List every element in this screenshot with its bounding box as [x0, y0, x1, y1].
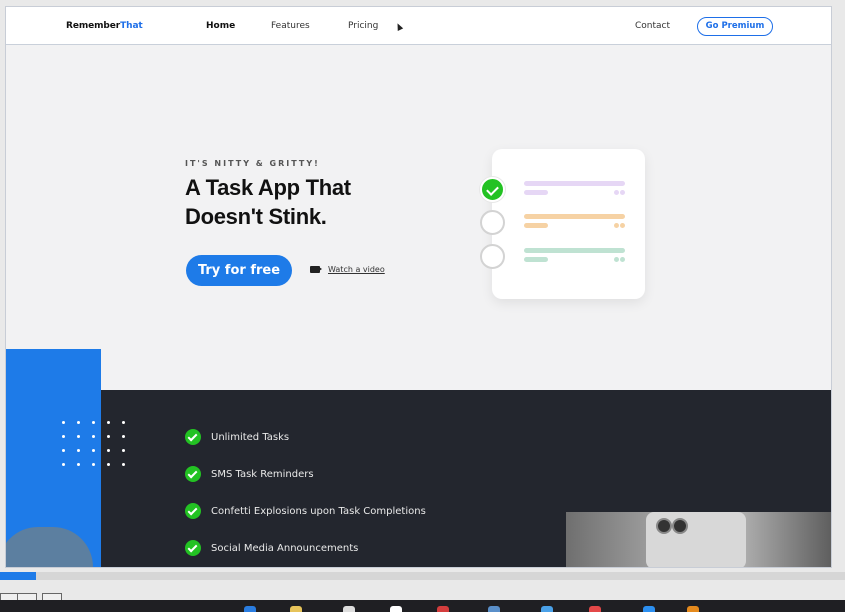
check-circle-icon [185, 466, 201, 482]
camera-lens [672, 518, 688, 534]
grid-dot [92, 463, 95, 466]
grid-dot [62, 463, 65, 466]
grid-dot [107, 463, 110, 466]
taskbar-icon[interactable] [488, 606, 500, 612]
try-for-free-button[interactable]: Try for free [186, 255, 292, 286]
taskbar-icon[interactable] [687, 606, 699, 612]
top-navigation: RememberThat Home Features Pricing Conta… [6, 7, 831, 45]
grid-dot [62, 435, 65, 438]
grid-dot [92, 449, 95, 452]
phone-photo [566, 512, 831, 567]
grid-dot [92, 421, 95, 424]
nav-contact[interactable]: Contact [635, 21, 670, 31]
grid-dot [77, 463, 80, 466]
taskbar [0, 600, 845, 612]
task-dot [614, 190, 619, 195]
logo-accent: That [120, 21, 143, 31]
task-dot [620, 223, 625, 228]
task-line [524, 257, 548, 262]
grid-dot [77, 449, 80, 452]
camera-lens [656, 518, 672, 534]
task-line [524, 190, 548, 195]
check-circle-icon [185, 503, 201, 519]
grid-dot [62, 421, 65, 424]
grid-dot [122, 449, 125, 452]
grid-dot [92, 435, 95, 438]
taskbar-icon[interactable] [244, 606, 256, 612]
grid-dot [122, 463, 125, 466]
hero-eyebrow: IT'S NITTY & GRITTY! [185, 159, 320, 168]
taskbar-icon[interactable] [541, 606, 553, 612]
taskbar-icon[interactable] [290, 606, 302, 612]
check-circle-icon [185, 540, 201, 556]
video-camera-icon [310, 266, 320, 273]
feature-item: Social Media Announcements [185, 540, 358, 556]
logo[interactable]: RememberThat [66, 21, 143, 31]
grid-dot [122, 435, 125, 438]
task-dot [614, 257, 619, 262]
taskbar-icon[interactable] [437, 606, 449, 612]
hero-headline: A Task App That Doesn't Stink. [185, 175, 351, 229]
grid-dot [122, 421, 125, 424]
feature-label: Social Media Announcements [211, 542, 359, 554]
taskbar-icon[interactable] [643, 606, 655, 612]
go-premium-button[interactable]: Go Premium [697, 17, 773, 36]
mouse-cursor-icon [394, 22, 404, 31]
video-frame: RememberThat Home Features Pricing Conta… [0, 0, 845, 612]
feature-item: Unlimited Tasks [185, 429, 289, 445]
logo-main: Remember [66, 21, 121, 31]
nav-pricing[interactable]: Pricing [348, 21, 378, 31]
feature-item: SMS Task Reminders [185, 466, 314, 482]
feature-label: SMS Task Reminders [211, 468, 314, 480]
feature-label: Confetti Explosions upon Task Completion… [211, 505, 426, 517]
task-dot [620, 190, 625, 195]
task-checkbox[interactable] [480, 210, 505, 235]
task-line [524, 248, 625, 253]
grid-dot [77, 435, 80, 438]
task-line [524, 223, 548, 228]
grid-dot [107, 421, 110, 424]
feature-label: Unlimited Tasks [211, 431, 290, 443]
watch-video-label: Watch a video [328, 265, 385, 274]
nav-features[interactable]: Features [271, 21, 310, 31]
task-dot [620, 257, 625, 262]
watch-video-link[interactable]: Watch a video [310, 265, 385, 274]
task-line [524, 214, 625, 219]
video-progress-bar[interactable] [0, 572, 845, 580]
grid-dot [62, 449, 65, 452]
feature-item: Confetti Explosions upon Task Completion… [185, 503, 426, 519]
video-progress-fill [0, 572, 37, 580]
check-circle-icon [185, 429, 201, 445]
taskbar-icon[interactable] [343, 606, 355, 612]
task-dot [614, 223, 619, 228]
webpage: RememberThat Home Features Pricing Conta… [5, 6, 832, 568]
grid-dot [107, 435, 110, 438]
task-checkbox-done[interactable] [480, 177, 505, 202]
task-checkbox[interactable] [480, 244, 505, 269]
grid-dot [77, 421, 80, 424]
nav-home[interactable]: Home [206, 21, 235, 31]
grid-dot [107, 449, 110, 452]
taskbar-icon[interactable] [390, 606, 402, 612]
dot-grid-decoration [62, 421, 126, 473]
task-line [524, 181, 625, 186]
taskbar-icon[interactable] [589, 606, 601, 612]
